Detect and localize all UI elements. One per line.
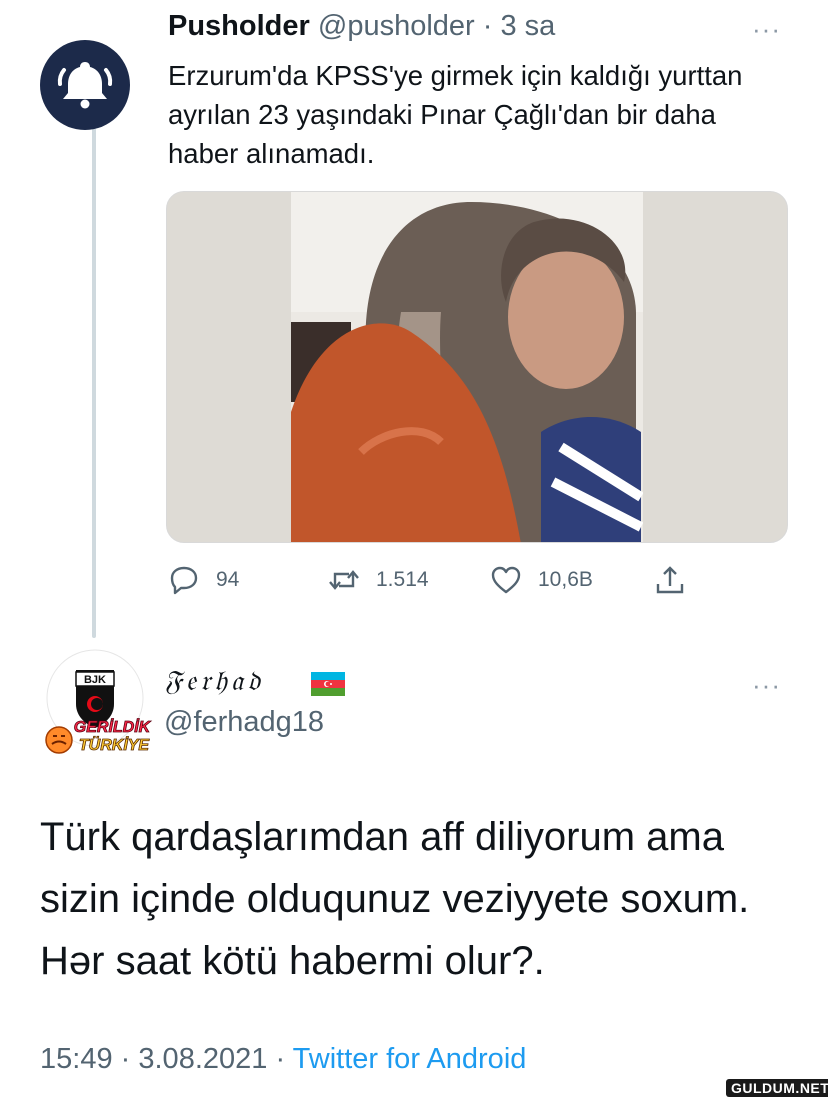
tweet1-text: Erzurum'da KPSS'ye girmek için kaldığı y… — [168, 60, 743, 169]
tweet1-separator: · — [482, 10, 493, 42]
tweet2-time[interactable]: 15:49 — [40, 1043, 113, 1075]
ferhad-avatar[interactable]: BJK GERİLDİK TÜRKİYE — [40, 648, 152, 758]
portrait-photo — [291, 192, 643, 542]
site-watermark: GULDUM.NET — [726, 1079, 828, 1097]
pusholder-avatar[interactable] — [40, 40, 130, 130]
tweet2-text: Türk qardaşlarımdan aff diliyorum ama si… — [40, 815, 750, 983]
tweet2-source-link[interactable]: Twitter for Android — [293, 1043, 527, 1075]
tweet1-author-name[interactable]: Pusholder — [168, 10, 310, 42]
bjk-logo-text: BJK — [84, 674, 106, 686]
like-button[interactable]: 10,6B — [488, 562, 593, 598]
retweet-icon — [329, 570, 359, 590]
angry-emoji-icon — [45, 726, 73, 754]
footer-separator-1: · — [120, 1043, 131, 1075]
footer-separator-2: · — [275, 1043, 286, 1075]
bjk-logo-avatar: BJK GERİLDİK TÜRKİYE — [45, 649, 152, 754]
thread-connector-line — [92, 128, 96, 638]
retweet-count: 1.514 — [376, 568, 429, 591]
retweet-button[interactable]: 1.514 — [326, 562, 429, 598]
azerbaijan-flag-icon — [311, 672, 345, 696]
badge-text-line2: TÜRKİYE — [79, 735, 151, 754]
tweet2-more-icon[interactable]: ··· — [752, 670, 781, 701]
tweet1-media[interactable] — [166, 191, 788, 543]
bell-icon — [57, 62, 113, 109]
reply-icon — [170, 566, 198, 595]
like-count: 10,6B — [538, 568, 593, 591]
share-button[interactable] — [652, 562, 702, 598]
tweet2-author-name[interactable]: 𝔉𝔢𝔯𝔥𝔞𝔡 — [164, 664, 264, 698]
tweet2-author-handle[interactable]: @ferhadg18 — [164, 706, 324, 739]
share-icon — [656, 566, 684, 594]
tweet1-header: Pusholder @pusholder · 3 sa — [168, 10, 555, 43]
tweet1-more-icon[interactable]: ··· — [752, 14, 781, 45]
badge-text-line1: GERİLDİK — [74, 718, 152, 736]
reply-count: 94 — [216, 568, 240, 591]
tweet2-date[interactable]: 3.08.2021 — [138, 1043, 267, 1075]
heart-icon — [491, 566, 521, 594]
tweet2-footer: 15:49 · 3.08.2021 · Twitter for Android — [40, 1043, 526, 1076]
tweet1-author-handle[interactable]: @pusholder — [318, 10, 475, 42]
tweet1-actions: 94 1.514 10,6B — [166, 562, 726, 598]
reply-button[interactable]: 94 — [166, 562, 239, 598]
tweet1-timestamp[interactable]: 3 sa — [500, 10, 555, 42]
